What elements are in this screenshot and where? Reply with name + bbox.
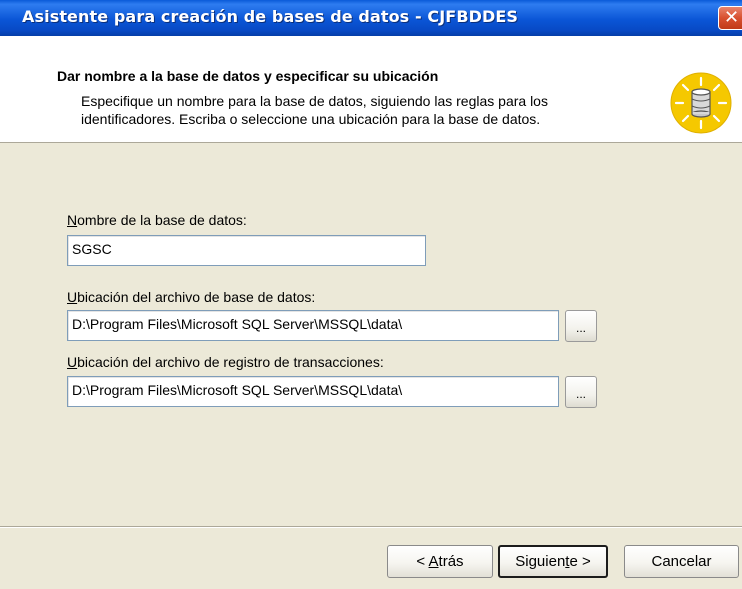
db-name-input[interactable]: SGSC bbox=[67, 235, 426, 266]
window-title: Asistente para creación de bases de dato… bbox=[22, 7, 519, 26]
back-button-mnemonic: A bbox=[428, 553, 439, 570]
back-button-prefix: < bbox=[416, 553, 429, 570]
next-button[interactable]: Siguiente > bbox=[498, 545, 608, 578]
db-name-label-text: ombre de la base de datos: bbox=[77, 212, 247, 228]
log-file-label-text: bicación del archivo de registro de tran… bbox=[77, 354, 384, 370]
db-file-browse-button[interactable]: ... bbox=[565, 310, 597, 342]
db-file-label: Ubicación del archivo de base de datos: bbox=[67, 289, 315, 305]
db-file-label-text: bicación del archivo de base de datos: bbox=[77, 289, 316, 305]
wizard-header: Dar nombre a la base de datos y especifi… bbox=[0, 36, 742, 143]
back-button[interactable]: < Atrás bbox=[387, 545, 493, 578]
db-file-location-input[interactable]: D:\Program Files\Microsoft SQL Server\MS… bbox=[67, 310, 559, 341]
db-name-label: Nombre de la base de datos: bbox=[67, 212, 247, 228]
log-file-location-input[interactable]: D:\Program Files\Microsoft SQL Server\MS… bbox=[67, 376, 559, 407]
close-button[interactable]: ✕ bbox=[718, 6, 742, 30]
page-heading: Dar nombre a la base de datos y especifi… bbox=[57, 68, 439, 84]
log-file-label: Ubicación del archivo de registro de tra… bbox=[67, 354, 384, 370]
wizard-window: Asistente para creación de bases de dato… bbox=[0, 0, 742, 589]
next-button-text: e > bbox=[569, 553, 591, 570]
next-button-prefix: Siguien bbox=[515, 553, 566, 570]
title-bar[interactable]: Asistente para creación de bases de dato… bbox=[0, 0, 742, 36]
database-wizard-icon bbox=[670, 72, 732, 134]
log-file-label-mnemonic: U bbox=[67, 354, 78, 370]
back-button-text: trás bbox=[438, 553, 464, 570]
cancel-button[interactable]: Cancelar bbox=[624, 545, 739, 578]
log-file-browse-button[interactable]: ... bbox=[565, 376, 597, 408]
footer-separator bbox=[0, 526, 742, 528]
db-name-label-mnemonic: N bbox=[67, 212, 78, 228]
db-file-label-mnemonic: U bbox=[67, 289, 78, 305]
close-icon: ✕ bbox=[724, 7, 740, 28]
page-description: Especifique un nombre para la base de da… bbox=[81, 93, 548, 127]
